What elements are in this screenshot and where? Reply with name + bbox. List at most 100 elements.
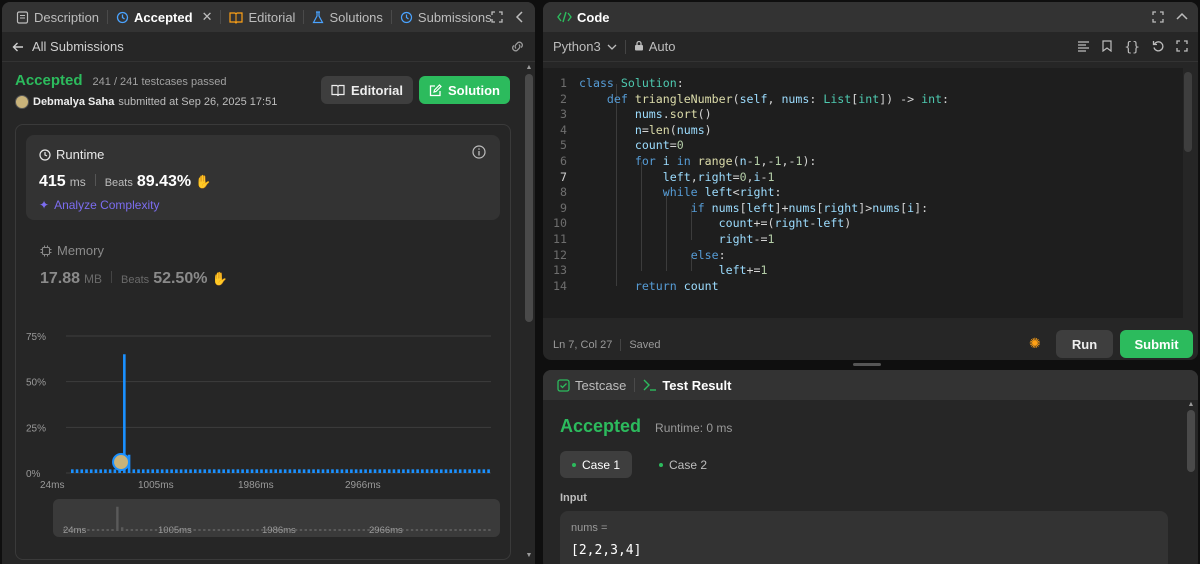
mini-bar [338, 529, 341, 531]
memory-header[interactable]: Memory [40, 243, 104, 258]
code-line[interactable]: 11 right-=1 [543, 232, 1183, 248]
case-1-tab[interactable]: Case 1 [560, 451, 632, 478]
chart-bar [208, 469, 211, 473]
close-icon[interactable]: ✕ [202, 9, 213, 25]
code-line[interactable]: 12 else: [543, 248, 1183, 264]
tab-code-label: Code [577, 9, 610, 25]
chart-bar [179, 469, 183, 473]
chevron-up-icon[interactable] [1176, 12, 1188, 22]
chart-bar [71, 469, 74, 473]
code-line[interactable]: 14 return count [543, 279, 1183, 295]
mini-bar [473, 529, 477, 531]
left-scrollbar[interactable] [525, 74, 533, 322]
all-submissions-link[interactable]: All Submissions [32, 39, 124, 54]
runtime-card[interactable]: Runtime 415 ms Beats 89.43% ✋ ✦ Analyze … [26, 135, 500, 220]
chart-bar [307, 469, 311, 473]
reset-icon[interactable] [1152, 40, 1164, 55]
scroll-down-arrow[interactable]: ▼ [525, 552, 533, 560]
auto-mode-toggle[interactable]: Auto [634, 39, 675, 54]
code-line[interactable]: 1 class Solution: [543, 76, 1183, 92]
tab-testcase[interactable]: Testcase [551, 370, 632, 400]
pass-dot [571, 462, 576, 467]
x-tick-label: 24ms [40, 480, 64, 491]
tab-editorial[interactable]: Editorial [223, 2, 301, 32]
mini-bar [198, 529, 201, 531]
tab-description[interactable]: Description [10, 2, 105, 32]
fullscreen-icon[interactable] [1176, 39, 1188, 55]
code-line[interactable]: 9 if nums[left]+nums[right]>nums[i]: [543, 201, 1183, 217]
run-button[interactable]: Run [1056, 330, 1113, 358]
code-line[interactable]: 6 for i in range(n-1,-1,-1): [543, 154, 1183, 170]
line-code: return count [634, 278, 719, 293]
book-icon [229, 11, 244, 24]
chart-bar [198, 469, 202, 473]
chart-bar [288, 469, 292, 473]
braces-icon[interactable]: {} [1124, 40, 1140, 55]
chart-bar [354, 469, 358, 473]
submit-button[interactable]: Submit [1120, 330, 1193, 358]
maximize-icon[interactable] [1152, 11, 1164, 23]
avatar[interactable] [15, 95, 29, 109]
scroll-up-arrow[interactable]: ▲ [525, 64, 533, 72]
tab-solutions[interactable]: Solutions [306, 2, 388, 32]
code-line[interactable]: 5 count=0 [543, 138, 1183, 154]
tab-submissions[interactable]: Submissions [394, 2, 498, 32]
x-tick-label: 1005ms [138, 480, 174, 491]
language-select[interactable]: Python3 [553, 39, 617, 54]
code-line[interactable]: 7 left,right=0,i-1 [543, 170, 1183, 186]
chart-bar [439, 469, 443, 473]
divider [620, 339, 622, 351]
tab-solutions-label: Solutions [329, 9, 383, 25]
debug-icon[interactable]: ✺ [1029, 335, 1041, 352]
editor-scrollbar[interactable] [1184, 72, 1192, 152]
chart-bar [416, 469, 419, 473]
mini-bar [87, 529, 90, 531]
mini-x-tick-label: 2966ms [369, 525, 403, 536]
solution-button[interactable]: Solution [419, 76, 510, 104]
link-icon[interactable] [510, 40, 525, 53]
chart-bar [435, 469, 438, 473]
code-line[interactable]: 3 nums.sort() [543, 107, 1183, 123]
analyze-complexity-link[interactable]: ✦ Analyze Complexity [39, 198, 159, 212]
test-scrollbar[interactable] [1187, 410, 1195, 472]
chevron-left-icon[interactable] [515, 11, 525, 23]
editorial-button[interactable]: Editorial [321, 76, 413, 104]
maximize-icon[interactable] [491, 11, 503, 23]
code-line[interactable]: 13 left+=1 [543, 263, 1183, 279]
arrow-left-icon[interactable] [12, 41, 24, 53]
format-icon[interactable] [1077, 40, 1090, 55]
history-icon [116, 11, 129, 24]
tab-code[interactable]: Code [551, 2, 616, 32]
code-line[interactable]: 8 while left<right: [543, 185, 1183, 201]
left-tab-actions [491, 2, 525, 32]
line-number: 8 [560, 185, 567, 200]
mini-bar [454, 529, 457, 531]
chart-bar [359, 469, 363, 473]
mini-bar [101, 529, 105, 531]
range-selector[interactable]: 24ms 1005ms 1986ms 2966ms [53, 499, 500, 537]
mini-bar [483, 529, 486, 531]
mini-bar [348, 529, 351, 531]
username[interactable]: Debmalya Saha [33, 96, 114, 108]
case-2-tab[interactable]: Case 2 [647, 451, 719, 478]
tab-test-result[interactable]: Test Result [637, 370, 737, 400]
chart-bar [175, 469, 178, 473]
code-line[interactable]: 10 count+=(right-left) [543, 216, 1183, 232]
mini-bar [420, 529, 423, 531]
scroll-up-arrow[interactable]: ▲ [1187, 401, 1195, 409]
runtime-unit: ms [69, 175, 86, 189]
code-line[interactable]: 2 def triangleNumber(self, nums: List[in… [543, 92, 1183, 108]
tab-accepted[interactable]: Accepted ✕ [110, 2, 218, 32]
panel-splitter[interactable] [853, 363, 881, 366]
code-line[interactable]: 4 n=len(nums) [543, 123, 1183, 139]
analyze-complexity-label: Analyze Complexity [54, 198, 160, 212]
mini-bar [444, 529, 448, 531]
line-number: 12 [553, 247, 567, 262]
chart-bar [212, 469, 216, 473]
bookmark-icon[interactable] [1102, 39, 1112, 55]
info-icon[interactable] [472, 145, 486, 159]
line-code: count=0 [634, 138, 684, 153]
mini-bar [328, 529, 332, 531]
submitter-row: Debmalya Saha submitted at Sep 26, 2025 … [15, 95, 277, 109]
code-editor[interactable]: 1 class Solution: 2 def triangleNumber(sel… [543, 68, 1183, 318]
